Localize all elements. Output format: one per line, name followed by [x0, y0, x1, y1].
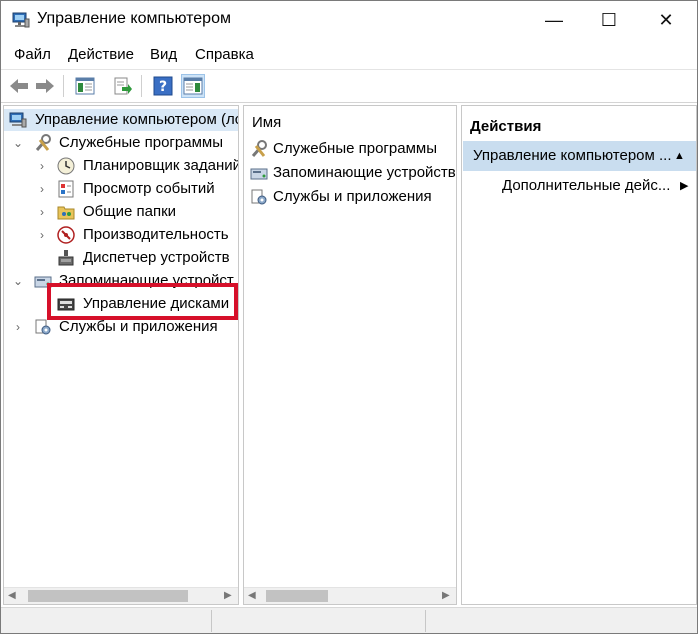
column-header-name[interactable]: Имя — [252, 112, 281, 134]
menu-action[interactable]: Действие — [68, 46, 134, 63]
action-pane-icon — [183, 77, 203, 95]
menu-bar: Файл Действие Вид Справка — [1, 41, 697, 67]
tree-item-label: Управление компьютером (лс — [35, 111, 239, 128]
maximize-icon: ☐ — [600, 9, 618, 30]
actions-section-label: Управление компьютером ... — [473, 147, 672, 164]
tree-item-device-manager[interactable]: Диспетчер устройств — [4, 247, 238, 269]
scroll-left-icon[interactable]: ◀ — [8, 590, 16, 601]
list-item[interactable]: Служебные программы — [244, 138, 456, 160]
close-icon: ✕ — [658, 9, 674, 30]
tools-icon — [250, 140, 268, 158]
tree-item-label: Планировщик заданий — [83, 157, 239, 174]
computer-management-window: Управление компьютером — ☐ ✕ Файл Действ… — [0, 0, 698, 634]
console-tree-pane: Управление компьютером (лс ⌄ Служебные п… — [3, 105, 239, 605]
minimize-button[interactable]: — — [531, 1, 577, 39]
scroll-thumb[interactable] — [28, 590, 188, 602]
services-icon — [250, 188, 268, 206]
tree-item-label: Служебные программы — [59, 134, 223, 151]
chevron-right-icon[interactable]: › — [36, 155, 48, 177]
tree-item-label: Диспетчер устройств — [83, 249, 230, 266]
title-bar: Управление компьютером — ☐ ✕ — [1, 1, 697, 39]
status-divider — [211, 610, 212, 632]
toolbar: ? — [1, 69, 697, 103]
tree-item-event-viewer[interactable]: › Просмотр событий — [4, 178, 238, 200]
shared-folder-icon — [57, 203, 75, 221]
chevron-right-icon[interactable]: › — [12, 316, 24, 338]
horizontal-scrollbar[interactable]: ◀ ▶ — [4, 587, 238, 604]
results-pane: Имя Служебные программы Запоминающие уст… — [243, 105, 457, 605]
help-button[interactable]: ? — [151, 74, 175, 98]
list-item-label: Служебные программы — [273, 140, 437, 157]
tools-icon — [34, 134, 52, 152]
tree-item-shared-folders[interactable]: › Общие папки — [4, 201, 238, 223]
console-tree-icon — [75, 77, 95, 95]
export-list-button[interactable] — [111, 74, 135, 98]
highlight-box — [47, 283, 238, 320]
minimize-icon: — — [545, 9, 563, 30]
help-icon: ? — [153, 76, 173, 96]
chevron-right-icon[interactable]: › — [36, 224, 48, 246]
export-icon — [114, 77, 132, 95]
clock-icon — [57, 157, 75, 175]
tree-item-task-scheduler[interactable]: › Планировщик заданий — [4, 155, 238, 177]
chevron-right-icon[interactable]: › — [36, 178, 48, 200]
computer-management-icon — [12, 11, 30, 29]
tree-item-performance[interactable]: › Производительность — [4, 224, 238, 246]
maximize-button[interactable]: ☐ — [586, 1, 632, 39]
scroll-right-icon[interactable]: ▶ — [442, 590, 450, 601]
tree-item-system-tools[interactable]: ⌄ Служебные программы — [4, 132, 238, 154]
forward-arrow-icon — [36, 79, 54, 93]
close-button[interactable]: ✕ — [643, 1, 689, 39]
actions-pane: Действия Управление компьютером ... ▲ До… — [461, 105, 697, 605]
actions-header: Действия — [470, 118, 542, 135]
scroll-right-icon[interactable]: ▶ — [224, 590, 232, 601]
tree-item-label: Просмотр событий — [83, 180, 215, 197]
storage-icon — [250, 164, 268, 182]
tree-item-label: Общие папки — [83, 203, 177, 220]
more-actions-item[interactable]: Дополнительные дейс... ▶ — [502, 174, 696, 198]
show-hide-tree-button[interactable] — [73, 74, 97, 98]
more-actions-label: Дополнительные дейс... — [502, 177, 671, 194]
status-divider — [425, 610, 426, 632]
tree-item-root[interactable]: Управление компьютером (лс — [4, 109, 238, 131]
submenu-arrow-icon: ▶ — [680, 180, 689, 192]
menu-help[interactable]: Справка — [195, 46, 254, 63]
menu-file[interactable]: Файл — [14, 46, 51, 63]
event-viewer-icon — [57, 180, 75, 198]
back-arrow-icon — [10, 79, 28, 93]
list-item-label: Запоминающие устройства — [273, 164, 457, 181]
forward-button[interactable] — [33, 74, 57, 98]
actions-section-computer-management[interactable]: Управление компьютером ... ▲ — [463, 141, 696, 171]
status-bar — [1, 607, 697, 633]
menu-view[interactable]: Вид — [150, 46, 177, 63]
performance-icon — [57, 226, 75, 244]
svg-text:?: ? — [159, 79, 167, 95]
horizontal-scrollbar[interactable]: ◀ ▶ — [244, 587, 456, 604]
list-item-label: Службы и приложения — [273, 188, 432, 205]
chevron-down-icon[interactable]: ⌄ — [12, 132, 24, 154]
toolbar-separator — [63, 75, 64, 97]
show-hide-action-pane-button[interactable] — [181, 74, 205, 98]
back-button[interactable] — [7, 74, 31, 98]
window-title: Управление компьютером — [37, 10, 231, 27]
list-item[interactable]: Запоминающие устройства — [244, 162, 456, 184]
services-icon — [34, 318, 52, 336]
scroll-left-icon[interactable]: ◀ — [248, 590, 256, 601]
chevron-right-icon[interactable]: › — [36, 201, 48, 223]
tree-item-label: Производительность — [83, 226, 229, 243]
chevron-down-icon[interactable]: ⌄ — [12, 270, 24, 292]
computer-management-icon — [9, 111, 27, 129]
collapse-up-icon[interactable]: ▲ — [674, 141, 685, 171]
list-item[interactable]: Службы и приложения — [244, 186, 456, 208]
toolbar-separator — [141, 75, 142, 97]
device-manager-icon — [57, 249, 75, 267]
scroll-thumb[interactable] — [266, 590, 328, 602]
